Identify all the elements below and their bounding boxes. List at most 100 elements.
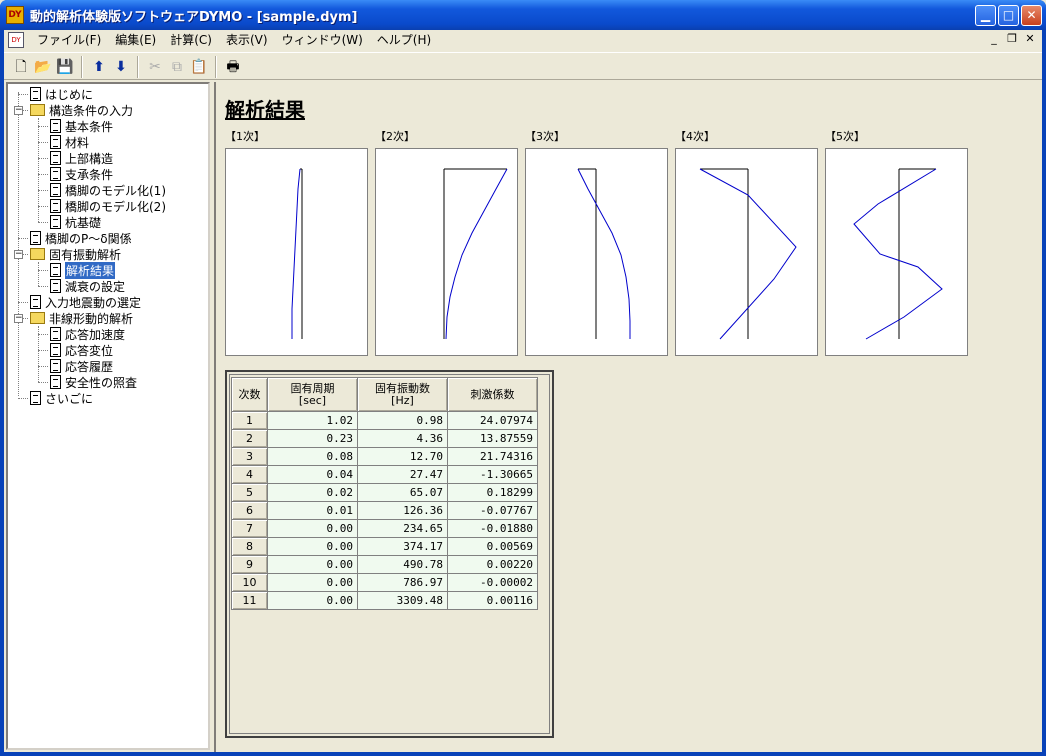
arrow-up-icon[interactable]: ⬆: [88, 56, 110, 78]
menu-item-3[interactable]: 表示(V): [219, 32, 275, 48]
mdi-close-icon[interactable]: ✕: [1022, 32, 1038, 46]
table-cell[interactable]: 374.17: [357, 537, 448, 556]
table-cell[interactable]: 0.00: [267, 591, 358, 610]
column-header[interactable]: 刺激係数: [447, 377, 538, 412]
table-cell[interactable]: -0.00002: [447, 573, 538, 592]
tree-item[interactable]: 固有振動解析: [30, 246, 121, 262]
table-cell[interactable]: 27.47: [357, 465, 448, 484]
collapse-icon[interactable]: −: [14, 314, 23, 323]
column-header[interactable]: 次数: [231, 377, 268, 412]
table-cell[interactable]: 0.00: [267, 537, 358, 556]
table-cell[interactable]: 13.87559: [447, 429, 538, 448]
table-cell[interactable]: -0.07767: [447, 501, 538, 520]
table-cell[interactable]: 0.18299: [447, 483, 538, 502]
table-cell[interactable]: 0.00: [267, 519, 358, 538]
table-cell[interactable]: 0.02: [267, 483, 358, 502]
table-cell[interactable]: 21.74316: [447, 447, 538, 466]
table-cell[interactable]: 0.04: [267, 465, 358, 484]
table-cell[interactable]: 65.07: [357, 483, 448, 502]
table-cell[interactable]: 0.00: [267, 555, 358, 574]
new-file-icon[interactable]: 🗋: [10, 56, 32, 78]
table-cell[interactable]: 0.00: [267, 573, 358, 592]
tree-item[interactable]: 材料: [50, 134, 89, 150]
document-icon[interactable]: DY: [8, 32, 24, 48]
menu-item-0[interactable]: ファイル(F): [30, 32, 108, 48]
cut-icon[interactable]: ✂: [144, 56, 166, 78]
menu-item-2[interactable]: 計算(C): [163, 32, 219, 48]
column-header[interactable]: 固有周期 [sec]: [267, 377, 358, 412]
table-cell[interactable]: 0.98: [357, 411, 448, 430]
tree-item[interactable]: 杭基礎: [50, 214, 101, 230]
title-bar[interactable]: DY 動的解析体験版ソフトウェアDYMO - [sample.dym] ▁ □ …: [0, 0, 1046, 30]
maximize-button[interactable]: □: [998, 5, 1019, 26]
tree-item[interactable]: 安全性の照査: [50, 374, 137, 390]
tree-item[interactable]: 橋脚のモデル化(1): [50, 182, 166, 198]
menu-item-4[interactable]: ウィンドウ(W): [275, 32, 370, 48]
row-header[interactable]: 4: [231, 465, 268, 484]
table-cell[interactable]: 3309.48: [357, 591, 448, 610]
tree-item[interactable]: 橋脚のモデル化(2): [50, 198, 166, 214]
arrow-down-icon[interactable]: ⬇: [110, 56, 132, 78]
tree-item[interactable]: 非線形動的解析: [30, 310, 133, 326]
table-cell[interactable]: 0.23: [267, 429, 358, 448]
row-header[interactable]: 1: [231, 411, 268, 430]
table-cell[interactable]: 12.70: [357, 447, 448, 466]
row-header[interactable]: 10: [231, 573, 268, 592]
save-icon[interactable]: 💾: [54, 56, 76, 78]
tree-item[interactable]: 橋脚のP～δ関係: [30, 230, 132, 246]
table-cell[interactable]: 786.97: [357, 573, 448, 592]
table-cell[interactable]: 490.78: [357, 555, 448, 574]
tree-item[interactable]: 解析結果: [50, 261, 116, 279]
paste-icon[interactable]: 📋: [188, 56, 210, 78]
table-cell[interactable]: -1.30665: [447, 465, 538, 484]
results-table-frame: 次数 固有周期 [sec] 固有振動数 [Hz] 刺激係数 1 1.02 0.98 24.079…: [225, 370, 554, 738]
open-folder-icon[interactable]: 📂: [32, 56, 54, 78]
tree-item[interactable]: 応答履歴: [50, 358, 113, 374]
row-header[interactable]: 5: [231, 483, 268, 502]
table-cell[interactable]: -0.01880: [447, 519, 538, 538]
row-header[interactable]: 8: [231, 537, 268, 556]
app-icon[interactable]: DY: [6, 6, 24, 24]
print-icon[interactable]: 🖶: [222, 56, 244, 78]
table-cell[interactable]: 0.01: [267, 501, 358, 520]
tree-item[interactable]: 構造条件の入力: [30, 102, 133, 118]
tree-item[interactable]: さいごに: [30, 390, 93, 406]
table-cell[interactable]: 234.65: [357, 519, 448, 538]
tree-item-label: 減衰の設定: [65, 279, 126, 294]
table-cell[interactable]: 0.00220: [447, 555, 538, 574]
table-cell[interactable]: 24.07974: [447, 411, 538, 430]
tree-item[interactable]: 減衰の設定: [50, 278, 125, 294]
tree-item[interactable]: はじめに: [30, 86, 93, 102]
close-button[interactable]: ✕: [1021, 5, 1042, 26]
collapse-icon[interactable]: −: [14, 250, 23, 259]
tree-item[interactable]: 応答加速度: [50, 326, 125, 342]
menu-item-5[interactable]: ヘルプ(H): [370, 32, 438, 48]
tree-item[interactable]: 支承条件: [50, 166, 113, 182]
row-header[interactable]: 9: [231, 555, 268, 574]
row-header[interactable]: 3: [231, 447, 268, 466]
results-grid[interactable]: 次数 固有周期 [sec] 固有振動数 [Hz] 刺激係数 1 1.02 0.98 24.079…: [229, 374, 550, 734]
navigation-tree[interactable]: はじめに 構造条件の入力 基本条件 材料 上部構造 支承条件 橋脚のモデル化(1) 橋脚のモデ…: [6, 82, 210, 750]
mdi-minimize-icon[interactable]: _: [986, 32, 1002, 46]
row-header[interactable]: 11: [231, 591, 268, 610]
mode-shape-svg: [577, 168, 631, 339]
table-cell[interactable]: 4.36: [357, 429, 448, 448]
row-header[interactable]: 2: [231, 429, 268, 448]
tree-item[interactable]: 入力地震動の選定: [30, 294, 141, 310]
table-cell[interactable]: 0.08: [267, 447, 358, 466]
mdi-restore-icon[interactable]: ❐: [1004, 32, 1020, 46]
tree-item[interactable]: 応答変位: [50, 342, 113, 358]
collapse-icon[interactable]: −: [14, 106, 23, 115]
row-header[interactable]: 7: [231, 519, 268, 538]
row-header[interactable]: 6: [231, 501, 268, 520]
column-header[interactable]: 固有振動数 [Hz]: [357, 377, 448, 412]
table-cell[interactable]: 0.00116: [447, 591, 538, 610]
table-cell[interactable]: 126.36: [357, 501, 448, 520]
menu-item-1[interactable]: 編集(E): [108, 32, 163, 48]
minimize-button[interactable]: ▁: [975, 5, 996, 26]
tree-item[interactable]: 上部構造: [50, 150, 113, 166]
table-cell[interactable]: 0.00569: [447, 537, 538, 556]
table-cell[interactable]: 1.02: [267, 411, 358, 430]
copy-icon[interactable]: ⧉: [166, 56, 188, 78]
tree-item[interactable]: 基本条件: [50, 118, 113, 134]
